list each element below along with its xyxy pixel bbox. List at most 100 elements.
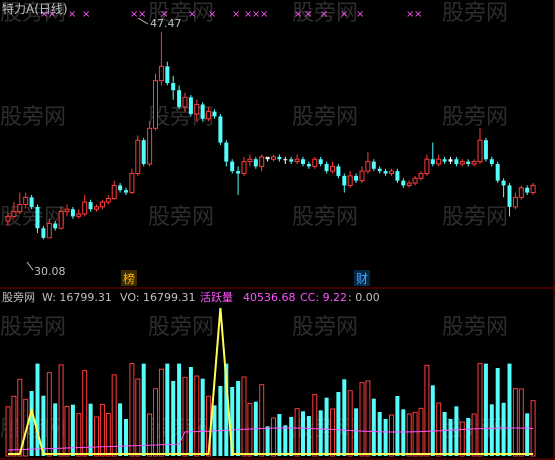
volume-bar [489,404,494,456]
volume-source-label: 股旁网 [2,290,35,304]
candle-body [289,159,294,162]
candle-body [247,158,253,163]
candle-body [182,96,188,108]
watermark-text: 股旁网 [292,315,358,340]
candle-body [88,202,93,210]
watermark-text: 股旁网 [442,315,508,340]
candle-body [76,213,82,217]
candle-body [53,223,58,229]
candle-body [230,161,235,172]
watermark-text: 股旁网 [442,205,508,230]
candle-body [459,161,465,165]
volume-w-label: W: 16799.31 [42,291,112,304]
volume-bar [289,416,294,456]
high-price-label: 47.47 [150,17,182,30]
volume-bar [17,378,23,457]
candle-body [283,159,288,161]
candle-body [135,139,141,175]
volume-bar [412,411,418,457]
candle-body [124,190,128,193]
candle-body [218,116,223,143]
candle-body [412,177,418,184]
candle-body [58,211,64,229]
candle-body [147,127,153,165]
kline-chart[interactable]: 股旁网 股旁网 股旁网 股旁网股旁网 股旁网 股旁网 股旁网股旁网 股旁网 股旁网 股旁网股旁网股… [0,0,555,460]
volume-bar [99,403,105,457]
candle-body [271,156,276,160]
event-markers: × × × × × × × × × × × × × × × × × × × × [40,9,422,20]
candle-body [194,103,200,115]
candle-body [41,228,46,238]
volume-bar [501,402,506,456]
candle-body [501,180,506,186]
candle-body [483,140,488,160]
volume-bar [194,375,200,457]
volume-bar [188,366,193,456]
volume-bar [82,370,88,457]
event-marker: × [260,9,268,20]
volume-bar [94,416,99,457]
candle-body [424,158,430,175]
candle-body [153,80,158,129]
volume-bar [395,395,400,456]
candle-body [253,159,258,167]
volume-bar [165,363,170,456]
volume-bar [236,380,241,456]
candle-body [99,201,105,208]
badge-left[interactable]: 榜 [123,271,135,286]
volume-bar [11,395,17,457]
watermark-text: 股旁网 [442,105,508,130]
candle-body [82,201,88,215]
volume-bar [365,380,371,457]
volume-bar [359,382,365,457]
candle-body [330,165,335,172]
candle-body [171,83,176,91]
candle-body [11,211,17,217]
candle-body [466,161,471,164]
candle-body [165,66,170,84]
volume-bar [424,364,430,457]
candle-body [347,175,353,186]
candle-body [518,187,524,198]
badge-right[interactable]: 财 [356,272,368,286]
event-marker: × [294,9,302,20]
volume-bar [324,397,329,456]
candle-body [383,171,388,174]
volume-bar [35,363,40,456]
volume-bar [507,363,512,456]
watermark-text: 股旁网 [148,205,214,230]
volume-bar [277,413,282,456]
event-marker: × [232,9,240,20]
volume-bar [158,368,164,457]
volume-bar [135,378,141,457]
volume-bar [389,414,394,457]
volume-bar [430,385,435,456]
candle-body [23,196,29,205]
candle-body [111,184,117,200]
volume-bar [46,372,52,457]
volume-bar [347,390,353,457]
volume-bar [241,376,247,457]
candle-body [471,161,477,165]
volume-bar [141,363,146,456]
volume-bar [436,402,442,457]
volume-bar [383,418,388,456]
watermark-layer: 股旁网 股旁网 股旁网 股旁网股旁网 股旁网 股旁网 股旁网股旁网 股旁网 股旁网 股旁网股旁网股… [0,1,508,442]
candle-body [406,182,412,186]
volume-bar [418,407,424,457]
volume-bar [448,418,453,456]
candle-body [5,215,11,222]
volume-bar [312,394,318,457]
volume-bar [271,417,276,457]
volume-bar [454,406,459,456]
volume-bar [111,374,117,457]
event-marker: × [188,9,196,20]
candle-body [477,139,483,163]
volume-vo-label: VO: 16799.31 [120,291,196,304]
volume-bars [5,363,536,457]
candle-body [105,198,111,203]
candle-body [489,159,494,164]
volume-bar [354,408,359,456]
candle-body [236,171,241,174]
event-marker: × [68,9,76,20]
